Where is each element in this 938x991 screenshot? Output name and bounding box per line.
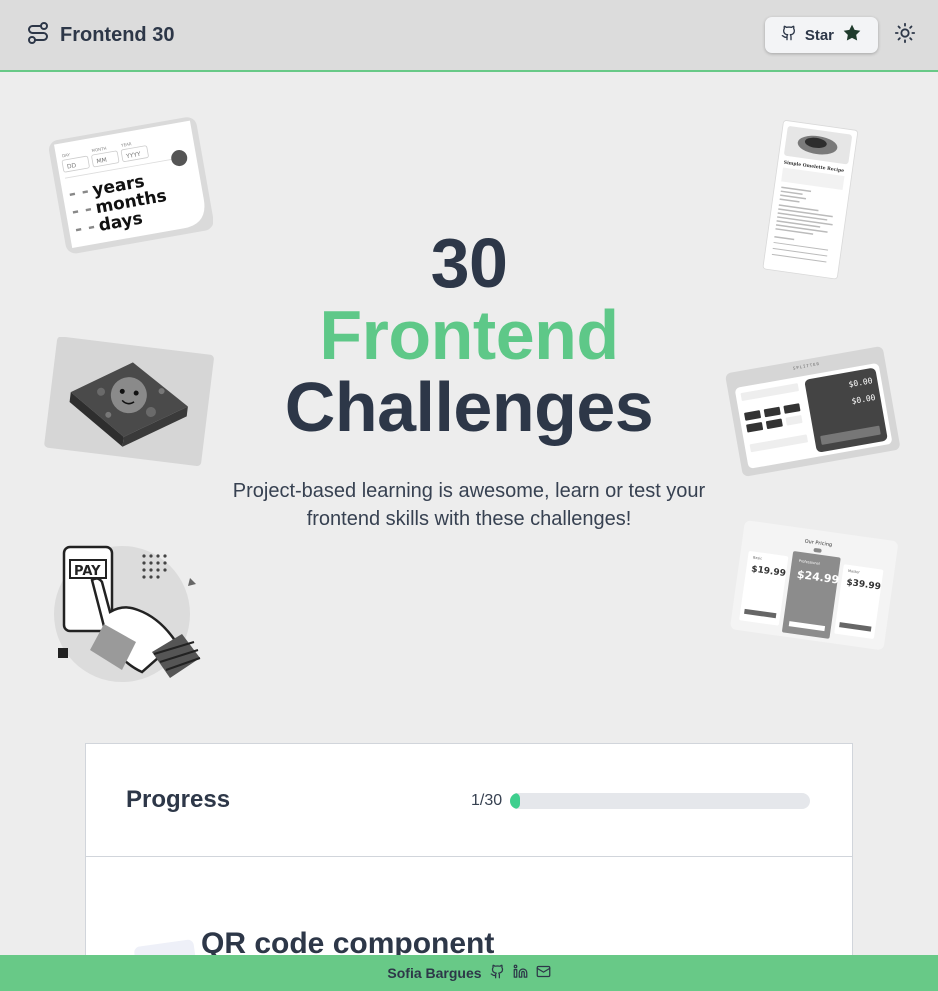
star-icon — [842, 23, 862, 47]
footer-linkedin-link[interactable] — [513, 964, 528, 982]
hero-title: 30 Frontend Challenges — [0, 227, 938, 443]
hero-title-challenges: Challenges — [284, 368, 654, 446]
top-navbar: Frontend 30 Star — [0, 0, 938, 72]
footer-author: Sofia Bargues — [387, 965, 482, 981]
progress-card: Progress 1/30 — [85, 743, 853, 857]
mail-icon — [536, 964, 551, 982]
brand-name: Frontend 30 — [60, 23, 175, 46]
pay-illustration-thumbnail[interactable]: PAY — [52, 542, 207, 692]
footer-mail-link[interactable] — [536, 964, 551, 982]
progress-count: 1/30 — [471, 792, 503, 809]
pay-label: PAY — [74, 564, 101, 579]
hero-title-number: 30 — [430, 224, 508, 302]
theme-toggle-button[interactable] — [894, 22, 916, 49]
github-star-button[interactable]: Star — [764, 17, 878, 53]
progress-indicator: 1/30 — [471, 792, 811, 810]
brand-link[interactable]: Frontend 30 — [26, 21, 174, 50]
hero-title-frontend: Frontend — [319, 296, 619, 374]
github-icon — [781, 25, 797, 45]
star-button-label: Star — [804, 26, 834, 44]
progress-bar-fill — [510, 793, 521, 809]
pricing-component-thumbnail[interactable]: Our Pricing Basic $19.99 Professional $2… — [722, 520, 902, 665]
footer-github-link[interactable] — [490, 964, 505, 982]
hero-subtitle: Project-based learning is awesome, learn… — [232, 480, 706, 530]
sun-icon — [894, 22, 916, 49]
github-icon — [490, 964, 505, 982]
route-icon — [26, 21, 50, 50]
linkedin-icon — [513, 964, 528, 982]
hero-section: DAY MONTH YEAR DD MM YYYY - - years - - … — [0, 72, 938, 742]
progress-bar-track — [510, 793, 811, 809]
progress-title: Progress — [126, 786, 231, 813]
footer: Sofia Bargues — [0, 955, 938, 991]
